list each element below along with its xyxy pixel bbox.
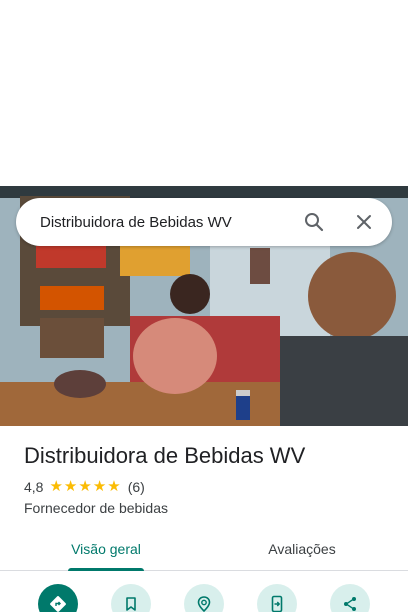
search-bar[interactable]: Distribuidora de Bebidas WV <box>16 198 392 246</box>
blank-area <box>0 0 408 186</box>
bookmark-icon <box>126 597 136 611</box>
send-to-phone-icon <box>271 595 283 612</box>
action-buttons <box>0 584 408 612</box>
star-icon: ★ <box>49 478 63 495</box>
send-to-phone-button[interactable] <box>257 584 297 612</box>
save-button[interactable] <box>111 584 151 612</box>
directions-icon <box>50 596 66 612</box>
star-icon: ★ <box>92 478 107 495</box>
directions-button[interactable] <box>38 584 78 612</box>
star-icon: ★ <box>78 478 92 495</box>
star-icon: ★ <box>107 478 121 495</box>
place-category[interactable]: Fornecedor de bebidas <box>24 500 168 516</box>
search-icon[interactable] <box>302 210 326 234</box>
active-tab-indicator <box>68 568 144 571</box>
rating-row[interactable]: 4,8 ★ ★ ★ ★ ★ (6) <box>24 479 145 496</box>
tab-overview[interactable]: Visão geral <box>40 528 172 571</box>
star-icon: ★ <box>63 478 78 495</box>
tab-reviews[interactable]: Avaliações <box>236 528 368 570</box>
review-count[interactable]: (6) <box>128 479 145 495</box>
share-icon <box>344 597 356 611</box>
nearby-icon <box>197 596 211 612</box>
tab-reviews-label: Avaliações <box>268 541 336 557</box>
nearby-button[interactable] <box>184 584 224 612</box>
tab-overview-label: Visão geral <box>71 541 141 557</box>
search-input[interactable]: Distribuidora de Bebidas WV <box>40 214 392 231</box>
rating-value: 4,8 <box>24 479 44 495</box>
place-title: Distribuidora de Bebidas WV <box>24 443 306 468</box>
share-button[interactable] <box>330 584 370 612</box>
star-rating: ★ ★ ★ ★ ★ <box>49 479 121 495</box>
tab-bar: Visão geral Avaliações <box>0 528 408 571</box>
close-icon[interactable] <box>352 210 376 234</box>
